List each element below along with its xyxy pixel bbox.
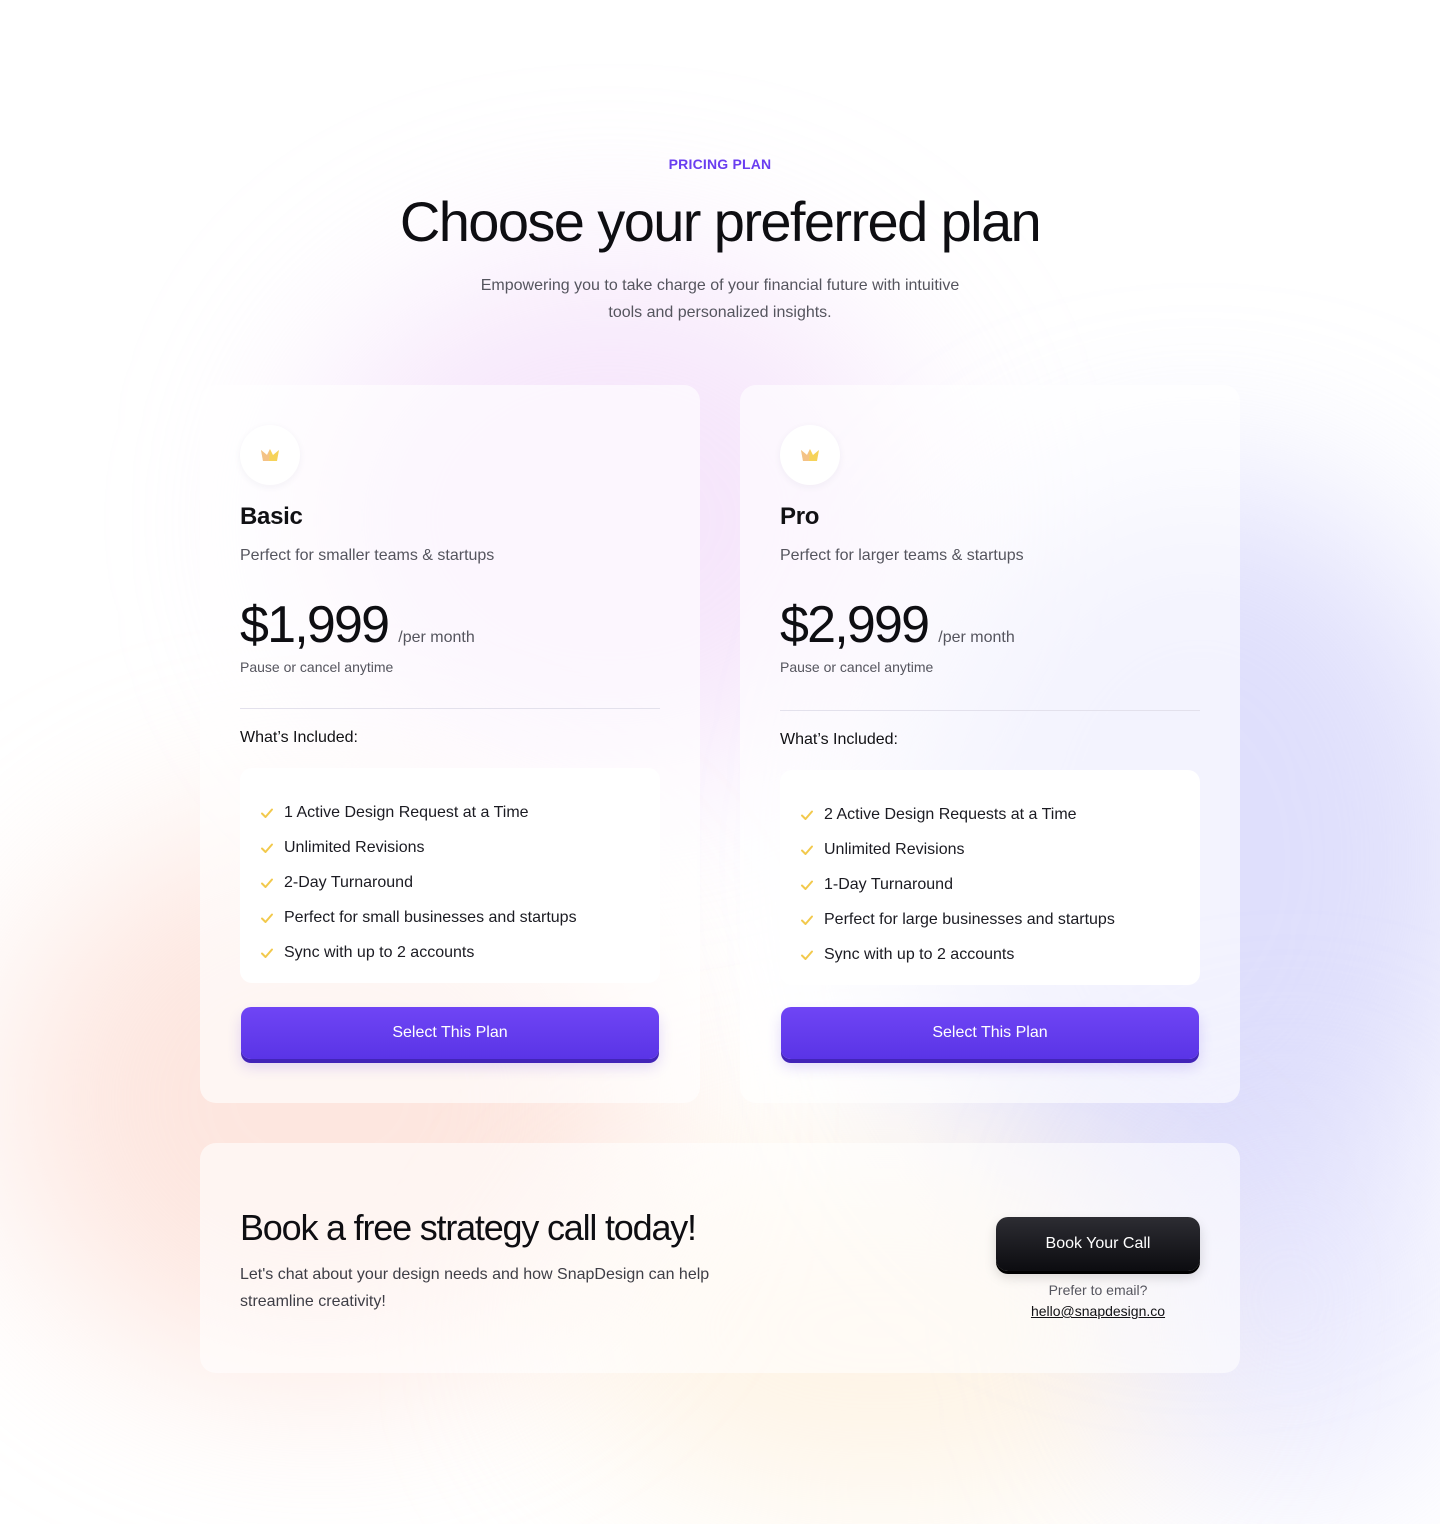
check-icon xyxy=(801,880,813,890)
feature-list: 1 Active Design Request at a Time Unlimi… xyxy=(240,768,660,983)
divider xyxy=(240,708,660,709)
feature-text: Sync with up to 2 accounts xyxy=(824,945,1015,963)
price-row: $2,999 /per month xyxy=(780,593,1015,657)
list-item: 2 Active Design Requests at a Time xyxy=(800,797,1180,832)
feature-text: Perfect for large businesses and startup… xyxy=(824,910,1115,928)
crown-icon xyxy=(780,425,840,485)
plan-name: Pro xyxy=(780,503,820,530)
plan-description: Perfect for larger teams & startups xyxy=(780,547,1024,564)
prefer-email-label: Prefer to email? xyxy=(1048,1282,1148,1298)
page-subtitle: Empowering you to take charge of your fi… xyxy=(480,277,960,321)
plan-price: $2,999 xyxy=(780,596,930,654)
select-plan-button-basic[interactable]: Select This Plan xyxy=(241,1007,659,1059)
list-item: Unlimited Revisions xyxy=(800,832,1180,867)
list-item: Sync with up to 2 accounts xyxy=(260,935,640,970)
plan-period: /per month xyxy=(938,629,1015,646)
cta-title: Book a free strategy call today! xyxy=(240,1207,697,1248)
check-icon xyxy=(261,878,273,888)
list-item: 2-Day Turnaround xyxy=(260,865,640,900)
price-row: $1,999 /per month xyxy=(240,593,475,657)
cancel-note: Pause or cancel anytime xyxy=(780,659,934,675)
feature-text: 1-Day Turnaround xyxy=(824,875,953,893)
plan-price: $1,999 xyxy=(240,596,390,654)
check-icon xyxy=(801,950,813,960)
list-item: Sync with up to 2 accounts xyxy=(800,937,1180,972)
feature-text: Sync with up to 2 accounts xyxy=(284,943,475,961)
feature-text: 2-Day Turnaround xyxy=(284,873,413,891)
list-item: Unlimited Revisions xyxy=(260,830,640,865)
list-item: 1 Active Design Request at a Time xyxy=(260,795,640,830)
plan-description: Perfect for smaller teams & startups xyxy=(240,547,495,564)
check-icon xyxy=(261,948,273,958)
feature-text: Unlimited Revisions xyxy=(824,840,965,858)
check-icon xyxy=(801,915,813,925)
feature-text: 1 Active Design Request at a Time xyxy=(284,803,529,821)
feature-list: 2 Active Design Requests at a Time Unlim… xyxy=(780,770,1200,985)
check-icon xyxy=(801,810,813,820)
check-icon xyxy=(261,808,273,818)
plan-period: /per month xyxy=(398,629,475,646)
check-icon xyxy=(801,845,813,855)
list-item: Perfect for large businesses and startup… xyxy=(800,902,1180,937)
cancel-note: Pause or cancel anytime xyxy=(240,659,394,675)
section-eyebrow: PRICING PLAN xyxy=(668,156,772,172)
select-plan-button-pro[interactable]: Select This Plan xyxy=(781,1007,1199,1059)
plan-card-pro: Pro Perfect for larger teams & startups … xyxy=(740,385,1240,1103)
divider xyxy=(780,710,1200,711)
included-heading: What’s Included: xyxy=(780,731,898,748)
page-title: Choose your preferred plan xyxy=(399,190,1042,253)
strategy-call-banner: Book a free strategy call today! Let's c… xyxy=(200,1143,1240,1373)
included-heading: What’s Included: xyxy=(240,729,358,746)
feature-text: 2 Active Design Requests at a Time xyxy=(824,805,1077,823)
feature-text: Perfect for small businesses and startup… xyxy=(284,908,577,926)
check-icon xyxy=(261,843,273,853)
plan-name: Basic xyxy=(240,503,303,530)
list-item: 1-Day Turnaround xyxy=(800,867,1180,902)
email-link[interactable]: hello@snapdesign.co xyxy=(996,1303,1200,1319)
cta-text: Let's chat about your design needs and h… xyxy=(240,1266,710,1310)
plan-card-basic: Basic Perfect for smaller teams & startu… xyxy=(200,385,700,1103)
crown-icon xyxy=(240,425,300,485)
check-icon xyxy=(261,913,273,923)
book-call-button[interactable]: Book Your Call xyxy=(996,1217,1200,1271)
list-item: Perfect for small businesses and startup… xyxy=(260,900,640,935)
feature-text: Unlimited Revisions xyxy=(284,838,425,856)
